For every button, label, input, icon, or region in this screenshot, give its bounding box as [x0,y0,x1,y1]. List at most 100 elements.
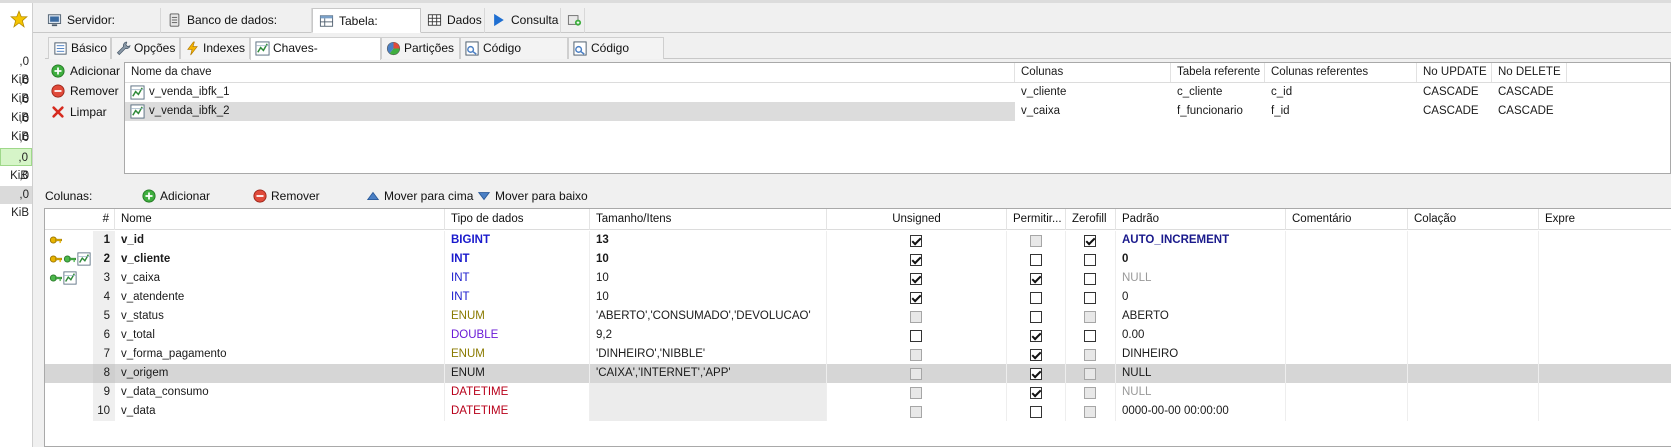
tab-alter-code[interactable]: Código ALTER [568,37,664,76]
fk-on-delete-cell[interactable]: CASCADE [1492,102,1567,121]
default-value-cell[interactable]: NULL [1116,364,1286,383]
checkbox[interactable] [910,368,922,380]
zerofill-checkbox-cell[interactable] [1066,288,1116,307]
expression-cell[interactable] [1539,402,1671,421]
move-down-button[interactable]: Mover para baixo [477,186,588,206]
table-row[interactable]: 4 v_atendente INT 10 0 [45,288,1671,307]
checkbox[interactable] [1084,235,1096,247]
checkbox[interactable] [1084,349,1096,361]
comment-cell[interactable] [1286,326,1408,345]
size-label[interactable]: ,0 KiB [0,186,32,219]
comment-cell[interactable] [1286,231,1408,250]
expression-cell[interactable] [1539,345,1671,364]
fk-columns-cell[interactable]: v_caixa [1015,102,1171,121]
comment-cell[interactable] [1286,250,1408,269]
header-key-name[interactable]: Nome da chave [125,63,1015,82]
default-value-cell[interactable]: 0 [1116,288,1286,307]
allow-null-checkbox-cell[interactable] [1007,307,1066,326]
header-allow-null[interactable]: Permitir... [1007,209,1066,230]
comment-cell[interactable] [1286,269,1408,288]
size-cell[interactable] [590,383,827,402]
expression-cell[interactable] [1539,364,1671,383]
checkbox[interactable] [1084,292,1096,304]
checkbox[interactable] [1030,387,1042,399]
zerofill-checkbox-cell[interactable] [1066,326,1116,345]
data-type-cell[interactable]: INT [445,288,590,307]
unsigned-checkbox-cell[interactable] [827,383,1007,402]
checkbox[interactable] [1030,254,1042,266]
checkbox[interactable] [1030,349,1042,361]
allow-null-checkbox-cell[interactable] [1007,326,1066,345]
header-zerofill[interactable]: Zerofill [1066,209,1116,230]
favorite-star-icon[interactable] [10,10,28,30]
expression-cell[interactable] [1539,383,1671,402]
columns-grid[interactable]: # Nome Tipo de dados Tamanho/Itens Unsig… [44,208,1671,447]
zerofill-checkbox-cell[interactable] [1066,383,1116,402]
unsigned-checkbox-cell[interactable] [827,364,1007,383]
expression-cell[interactable] [1539,231,1671,250]
column-name-cell[interactable]: v_atendente [115,288,445,307]
remove-foreign-key-button[interactable]: Remover [51,82,119,100]
size-cell[interactable]: 'CAIXA','INTERNET','APP' [590,364,827,383]
fk-on-delete-cell[interactable]: CASCADE [1492,83,1567,102]
expression-cell[interactable] [1539,250,1671,269]
foreign-keys-grid[interactable]: Nome da chave Colunas Tabela referente C… [124,62,1671,174]
size-cell[interactable]: 13 [590,231,827,250]
size-cell[interactable]: 10 [590,250,827,269]
collation-cell[interactable] [1408,326,1539,345]
size-label[interactable]: ,0 KiB [0,110,32,143]
clear-foreign-keys-button[interactable]: Limpar [51,103,107,121]
column-name-cell[interactable]: v_cliente [115,250,445,269]
checkbox[interactable] [910,254,922,266]
default-value-cell[interactable]: NULL [1116,269,1286,288]
fk-columns-cell[interactable]: v_cliente [1015,83,1171,102]
data-type-cell[interactable]: ENUM [445,345,590,364]
allow-null-checkbox-cell[interactable] [1007,402,1066,421]
collation-cell[interactable] [1408,383,1539,402]
tab-query[interactable]: Consulta [485,8,561,33]
header-ref-table[interactable]: Tabela referente [1171,63,1265,82]
table-row[interactable]: 3 v_caixa INT 10 NULL [45,269,1671,288]
zerofill-checkbox-cell[interactable] [1066,402,1116,421]
fk-name-cell[interactable]: v_venda_ibfk_1 [125,83,1015,102]
fk-on-update-cell[interactable]: CASCADE [1417,102,1492,121]
size-label[interactable]: ,0 KiB [0,53,32,86]
checkbox[interactable] [1084,330,1096,342]
allow-null-checkbox-cell[interactable] [1007,383,1066,402]
checkbox[interactable] [1084,387,1096,399]
unsigned-checkbox-cell[interactable] [827,345,1007,364]
comment-cell[interactable] [1286,402,1408,421]
fk-ref-columns-cell[interactable]: f_id [1265,102,1417,121]
unsigned-checkbox-cell[interactable] [827,288,1007,307]
size-cell[interactable]: 10 [590,269,827,288]
default-value-cell[interactable]: 0000-00-00 00:00:00 [1116,402,1286,421]
table-row[interactable]: v_venda_ibfk_1 v_cliente c_cliente c_id … [125,83,1670,102]
move-up-button[interactable]: Mover para cima [366,186,473,206]
data-type-cell[interactable]: INT [445,269,590,288]
unsigned-checkbox-cell[interactable] [827,402,1007,421]
table-row[interactable]: 10 v_data DATETIME 0000-00-00 00:00:00 [45,402,1671,421]
default-value-cell[interactable]: 0 [1116,250,1286,269]
checkbox[interactable] [1084,273,1096,285]
data-type-cell[interactable]: DOUBLE [445,326,590,345]
column-name-cell[interactable]: v_origem [115,364,445,383]
size-cell[interactable] [590,402,827,421]
size-cell[interactable]: 9,2 [590,326,827,345]
table-row[interactable]: 6 v_total DOUBLE 9,2 0.00 [45,326,1671,345]
comment-cell[interactable] [1286,345,1408,364]
checkbox[interactable] [910,292,922,304]
size-label[interactable]: ,0 KiB [0,167,32,200]
default-value-cell[interactable]: 0.00 [1116,326,1286,345]
collation-cell[interactable] [1408,364,1539,383]
table-row[interactable]: 1 v_id BIGINT 13 AUTO_INCREMENT [45,231,1671,250]
data-type-cell[interactable]: BIGINT [445,231,590,250]
checkbox[interactable] [1030,406,1042,418]
remove-column-button[interactable]: Remover [253,186,320,206]
table-row[interactable]: 5 v_status ENUM 'ABERTO','CONSUMADO','DEVOL… [45,307,1671,326]
allow-null-checkbox-cell[interactable] [1007,288,1066,307]
default-value-cell[interactable]: NULL [1116,383,1286,402]
header-collation[interactable]: Colação [1408,209,1539,230]
collation-cell[interactable] [1408,402,1539,421]
checkbox[interactable] [1084,254,1096,266]
fk-ref-table-cell[interactable]: c_cliente [1171,83,1265,102]
